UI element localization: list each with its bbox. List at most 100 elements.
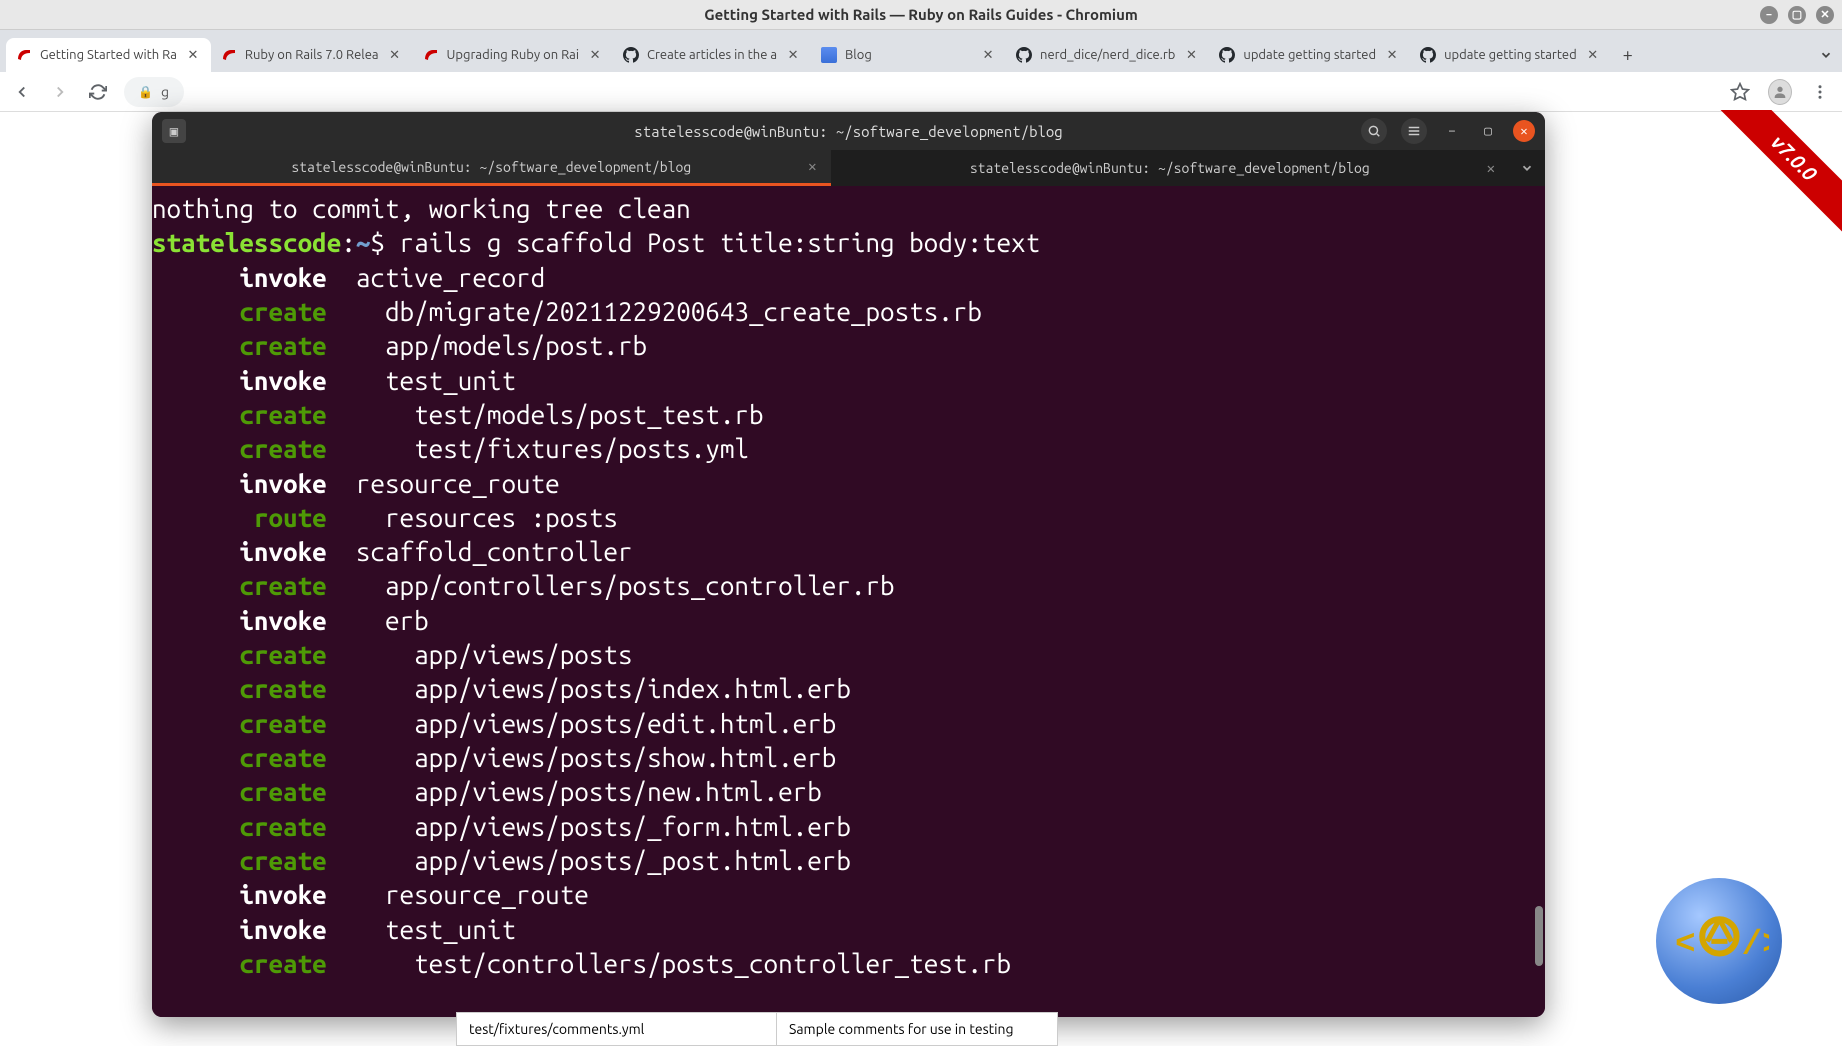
desktop-close-button[interactable]: ✕ bbox=[1816, 6, 1834, 24]
terminal-output-line: invoke resource_route bbox=[152, 878, 1545, 912]
browser-tab[interactable]: Upgrading Ruby on Rai ✕ bbox=[413, 38, 613, 72]
browser-tab[interactable]: Create articles in the a ✕ bbox=[613, 38, 811, 72]
tab-title: Upgrading Ruby on Rai bbox=[447, 48, 579, 62]
terminal-output-line: create test/fixtures/posts.yml bbox=[152, 432, 1545, 466]
reload-button[interactable] bbox=[86, 80, 110, 104]
tab-favicon-rails-icon bbox=[16, 47, 32, 63]
terminal-output-line: invoke test_unit bbox=[152, 364, 1545, 398]
terminal-close-button[interactable]: ✕ bbox=[1513, 120, 1535, 142]
tab-favicon-github-icon bbox=[1219, 47, 1235, 63]
tab-title: nerd_dice/nerd_dice.rb bbox=[1040, 48, 1175, 62]
tab-favicon-github-icon bbox=[623, 47, 639, 63]
bookmark-star-button[interactable] bbox=[1728, 80, 1752, 104]
back-button[interactable] bbox=[10, 80, 34, 104]
tab-close-button[interactable]: ✕ bbox=[587, 47, 603, 63]
logo-badge: < /> bbox=[1656, 878, 1782, 1004]
tab-close-button[interactable]: ✕ bbox=[185, 47, 201, 63]
tab-favicon-blog-icon bbox=[821, 47, 837, 63]
tab-close-button[interactable]: ✕ bbox=[785, 47, 801, 63]
profile-avatar-icon bbox=[1768, 79, 1792, 105]
tab-close-button[interactable]: ✕ bbox=[1585, 47, 1601, 63]
tab-close-button[interactable]: ✕ bbox=[387, 47, 403, 63]
version-ribbon: v7.0.0 bbox=[1704, 110, 1842, 250]
forward-button[interactable] bbox=[48, 80, 72, 104]
terminal-tab-dropdown-button[interactable] bbox=[1509, 150, 1545, 186]
terminal-output-line: create app/views/posts/edit.html.erb bbox=[152, 707, 1545, 741]
url-text: g bbox=[161, 84, 169, 100]
new-tab-button[interactable]: + bbox=[1611, 38, 1645, 72]
terminal-tab-close-button[interactable]: ✕ bbox=[1487, 160, 1495, 177]
terminal-body[interactable]: nothing to commit, working tree cleansta… bbox=[152, 186, 1545, 1017]
terminal-output-line: create app/views/posts/index.html.erb bbox=[152, 672, 1545, 706]
tab-favicon-rails-icon bbox=[221, 47, 237, 63]
desktop-window-title: Getting Started with Rails — Ruby on Rai… bbox=[704, 6, 1138, 23]
terminal-tab-title: statelesscode@winBuntu: ~/software_devel… bbox=[291, 159, 691, 175]
tab-title: Create articles in the a bbox=[647, 48, 777, 62]
tab-favicon-rails-icon bbox=[423, 47, 439, 63]
browser-toolbar: 🔒 g bbox=[0, 72, 1842, 112]
terminal-output-line: create app/models/post.rb bbox=[152, 329, 1545, 363]
terminal-tab-title: statelesscode@winBuntu: ~/software_devel… bbox=[970, 160, 1370, 176]
terminal-output-line: create app/controllers/posts_controller.… bbox=[152, 569, 1545, 603]
terminal-prompt-line: statelesscode:~$ rails g scaffold Post t… bbox=[152, 226, 1545, 260]
lock-icon: 🔒 bbox=[138, 85, 153, 99]
terminal-menu-button[interactable] bbox=[1401, 118, 1427, 144]
desktop-titlebar: Getting Started with Rails — Ruby on Rai… bbox=[0, 0, 1842, 30]
doc-table-row: test/fixtures/comments.yml Sample commen… bbox=[456, 1012, 1058, 1046]
tab-favicon-github-icon bbox=[1420, 47, 1436, 63]
version-ribbon-label: v7.0.0 bbox=[1711, 110, 1842, 241]
terminal-app-icon[interactable]: ▣ bbox=[162, 119, 186, 143]
terminal-search-button[interactable] bbox=[1361, 118, 1387, 144]
terminal-output-line: create app/views/posts/_form.html.erb bbox=[152, 810, 1545, 844]
desktop-minimize-button[interactable]: − bbox=[1760, 6, 1778, 24]
svg-text:/>: /> bbox=[1741, 925, 1769, 964]
terminal-tab-close-button[interactable]: ✕ bbox=[808, 158, 816, 175]
terminal-window: ▣ statelesscode@winBuntu: ~/software_dev… bbox=[152, 112, 1545, 1017]
terminal-tab[interactable]: statelesscode@winBuntu: ~/software_devel… bbox=[831, 150, 1510, 186]
tab-close-button[interactable]: ✕ bbox=[980, 47, 996, 63]
terminal-output-line: invoke active_record bbox=[152, 261, 1545, 295]
terminal-tabs: statelesscode@winBuntu: ~/software_devel… bbox=[152, 150, 1545, 186]
tab-title: update getting started bbox=[1444, 48, 1577, 62]
browser-tab[interactable]: nerd_dice/nerd_dice.rb ✕ bbox=[1006, 38, 1209, 72]
terminal-output-line: invoke test_unit bbox=[152, 913, 1545, 947]
terminal-title: statelesscode@winBuntu: ~/software_devel… bbox=[152, 123, 1545, 140]
terminal-output-line: create app/views/posts/new.html.erb bbox=[152, 775, 1545, 809]
terminal-scrollbar[interactable] bbox=[1535, 906, 1543, 966]
svg-text:<: < bbox=[1675, 925, 1696, 964]
tab-favicon-github-icon bbox=[1016, 47, 1032, 63]
tab-overflow-button[interactable] bbox=[1816, 38, 1836, 72]
terminal-output-line: create db/migrate/20211229200643_create_… bbox=[152, 295, 1545, 329]
terminal-titlebar: ▣ statelesscode@winBuntu: ~/software_dev… bbox=[152, 112, 1545, 150]
terminal-output-line: invoke resource_route bbox=[152, 467, 1545, 501]
browser-tab[interactable]: Ruby on Rails 7.0 Relea ✕ bbox=[211, 38, 413, 72]
browser-menu-button[interactable] bbox=[1808, 80, 1832, 104]
tab-title: Blog bbox=[845, 48, 972, 62]
page-content: v7.0.0 ▣ statelesscode@winBuntu: ~/softw… bbox=[0, 112, 1842, 1034]
tab-title: Ruby on Rails 7.0 Relea bbox=[245, 48, 379, 62]
desktop-maximize-button[interactable]: ▢ bbox=[1788, 6, 1806, 24]
doc-cell-desc: Sample comments for use in testing bbox=[777, 1013, 1057, 1045]
terminal-tab[interactable]: statelesscode@winBuntu: ~/software_devel… bbox=[152, 150, 831, 186]
terminal-output-line: create test/controllers/posts_controller… bbox=[152, 947, 1545, 981]
address-bar[interactable]: 🔒 g bbox=[124, 77, 184, 107]
browser-tab[interactable]: update getting started ✕ bbox=[1209, 38, 1410, 72]
browser-tab[interactable]: update getting started ✕ bbox=[1410, 38, 1611, 72]
terminal-output-line: invoke erb bbox=[152, 604, 1545, 638]
desktop-window-controls: − ▢ ✕ bbox=[1760, 6, 1834, 24]
terminal-output-line: create app/views/posts/_post.html.erb bbox=[152, 844, 1545, 878]
tab-close-button[interactable]: ✕ bbox=[1183, 47, 1199, 63]
terminal-output-line: create test/models/post_test.rb bbox=[152, 398, 1545, 432]
terminal-minimize-button[interactable]: − bbox=[1441, 120, 1463, 142]
tab-title: Getting Started with Ra bbox=[40, 48, 177, 62]
browser-tab-strip: Getting Started with Ra✕Ruby on Rails 7.… bbox=[0, 30, 1842, 72]
browser-tab[interactable]: Getting Started with Ra ✕ bbox=[6, 38, 211, 72]
terminal-maximize-button[interactable]: ▢ bbox=[1477, 120, 1499, 142]
browser-tab[interactable]: Blog ✕ bbox=[811, 38, 1006, 72]
tab-title: update getting started bbox=[1243, 48, 1376, 62]
tab-close-button[interactable]: ✕ bbox=[1384, 47, 1400, 63]
terminal-output-line: invoke scaffold_controller bbox=[152, 535, 1545, 569]
terminal-output-line: route resources :posts bbox=[152, 501, 1545, 535]
terminal-output-line: create app/views/posts bbox=[152, 638, 1545, 672]
profile-button[interactable] bbox=[1768, 80, 1792, 104]
